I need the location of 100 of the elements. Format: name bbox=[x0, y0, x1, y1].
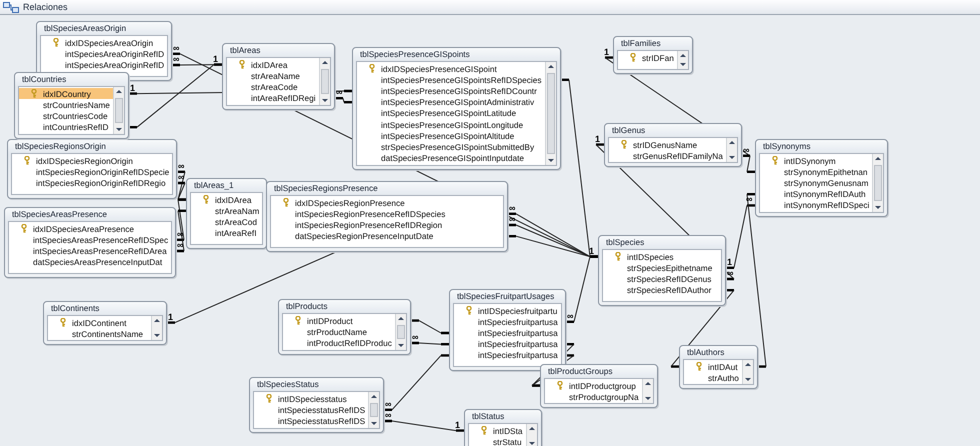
field-row[interactable]: idxIDArea bbox=[227, 59, 319, 70]
field-row[interactable]: intSpeciesfruitpartusa bbox=[454, 327, 561, 339]
field-row[interactable]: intSpeciesstatusRefIDS bbox=[254, 404, 368, 416]
field-row[interactable]: strSpeciesRefIDGenus bbox=[603, 273, 721, 285]
table-title[interactable]: tblSynonyms bbox=[759, 140, 884, 153]
scroll-up-icon[interactable] bbox=[369, 392, 380, 401]
table-title[interactable]: tblProductGroups bbox=[544, 365, 654, 378]
field-row[interactable]: intIDSpecies bbox=[603, 251, 721, 262]
scrollbar[interactable] bbox=[872, 154, 884, 212]
scroll-up-icon[interactable] bbox=[873, 154, 884, 163]
field-row[interactable]: intIDSpeciesstatus bbox=[254, 393, 368, 404]
relationship-line[interactable] bbox=[382, 420, 466, 432]
field-row[interactable]: intSpeciesAreaOriginRefID bbox=[41, 48, 168, 60]
field-row[interactable]: intSpeciesRegionOriginRefIDSpecie bbox=[12, 166, 172, 178]
field-row[interactable]: idxIDSpeciesAreaPresence bbox=[9, 223, 172, 234]
field-row[interactable]: idxIDContinent bbox=[48, 317, 151, 328]
scrollbar[interactable] bbox=[676, 51, 688, 69]
field-row[interactable]: intSpeciesPresenceGISpointAdministrativ bbox=[357, 96, 544, 108]
table-title[interactable]: tblAuthors bbox=[683, 346, 754, 359]
field-row[interactable]: strSpeciesEpithetname bbox=[603, 262, 721, 274]
field-row[interactable]: idxIDSpeciesRegionOrigin bbox=[12, 155, 172, 166]
table-title[interactable]: tblProducts bbox=[282, 300, 407, 313]
scrollbar[interactable] bbox=[526, 424, 537, 446]
scrollbar[interactable] bbox=[642, 379, 653, 404]
field-row[interactable]: strCountriesCode bbox=[19, 110, 113, 122]
field-row[interactable]: intSynonymRefIDSpeci bbox=[760, 200, 872, 211]
field-row[interactable]: strAreaCod bbox=[191, 216, 262, 228]
field-row[interactable]: strProductgroupNa bbox=[545, 391, 642, 402]
field-row[interactable]: idxIDSpeciesPresenceGISpoint bbox=[357, 63, 544, 74]
field-row[interactable]: intSpeciesAreasPresenceRefIDSpec bbox=[9, 234, 172, 246]
relationship-line[interactable] bbox=[724, 204, 756, 269]
field-row[interactable]: intSpeciesRegionPresenceRefIDSpecies bbox=[271, 208, 503, 220]
field-row[interactable]: datSpeciesAreasPresenceInputDat bbox=[9, 256, 172, 268]
field-row[interactable]: intAreaRefI bbox=[191, 228, 262, 239]
field-row[interactable]: strSynonymGenusnam bbox=[760, 177, 872, 189]
relationship-line[interactable] bbox=[746, 193, 768, 368]
field-row[interactable]: strCountriesName bbox=[19, 99, 113, 110]
field-row[interactable]: intSpeciesRegionPresenceRefIDRegion bbox=[271, 219, 503, 231]
field-row[interactable]: strStatu bbox=[469, 436, 526, 446]
scrollbar[interactable] bbox=[318, 58, 330, 105]
field-row[interactable]: intSpeciesPresenceGISpointsRefIDSpecies bbox=[357, 74, 544, 86]
relationship-line[interactable] bbox=[382, 354, 450, 411]
scroll-up-icon[interactable] bbox=[742, 360, 753, 369]
table-title[interactable]: tblSpeciesAreasOrigin bbox=[40, 22, 168, 35]
table-title[interactable]: tblCountries bbox=[18, 73, 125, 86]
field-row[interactable]: strIDFan bbox=[618, 52, 677, 64]
field-row[interactable]: intSpeciesstatusRefIDS bbox=[254, 415, 368, 427]
field-row[interactable]: idxIDSpeciesAreaOrigin bbox=[41, 37, 168, 48]
relationship-line[interactable] bbox=[174, 210, 188, 252]
field-row[interactable]: intSpeciesPresenceGISpointLongitude bbox=[357, 118, 544, 130]
field-row[interactable]: intIDAut bbox=[684, 361, 742, 372]
scroll-up-icon[interactable] bbox=[726, 138, 737, 147]
scrollbar[interactable] bbox=[544, 62, 556, 165]
field-row[interactable]: strGenusRefIDFamilyNa bbox=[609, 150, 726, 162]
table-title[interactable]: tblStatus bbox=[468, 410, 538, 423]
relationship-line[interactable] bbox=[564, 255, 600, 323]
scrollbar[interactable] bbox=[742, 360, 753, 384]
field-row[interactable]: strAreaCode bbox=[227, 81, 319, 93]
table-title[interactable]: tblGenus bbox=[608, 124, 738, 137]
scroll-up-icon[interactable] bbox=[396, 314, 406, 323]
field-row[interactable]: strProductName bbox=[283, 326, 395, 338]
scroll-up-icon[interactable] bbox=[152, 316, 162, 325]
table-title[interactable]: tblSpeciesFruitpartUsages bbox=[453, 290, 562, 303]
table-title[interactable]: tblSpeciesStatus bbox=[253, 378, 380, 391]
field-row[interactable]: intSpeciesPresenceGISpointsRefIDCountr bbox=[357, 85, 544, 97]
field-row[interactable]: strAutho bbox=[684, 372, 742, 384]
field-row[interactable]: intSpeciesAreaOriginRefID bbox=[41, 59, 168, 71]
table-title[interactable]: tblSpeciesRegionsOrigin bbox=[11, 140, 174, 153]
field-row[interactable]: intSpeciesfruitpartusa bbox=[454, 316, 561, 328]
field-row[interactable]: intProductRefIDProduc bbox=[283, 337, 395, 349]
field-row[interactable]: intIDProduct bbox=[283, 315, 395, 326]
field-row[interactable]: intSpeciesPresenceGISpointAltitude bbox=[357, 130, 544, 142]
field-row[interactable]: strSynonymEpithetnan bbox=[760, 166, 872, 178]
field-row[interactable]: intIDSynonym bbox=[760, 155, 872, 166]
scroll-up-icon[interactable] bbox=[526, 424, 537, 433]
table-title[interactable]: tblAreas_1 bbox=[190, 179, 264, 192]
scrollbar[interactable] bbox=[726, 138, 737, 162]
field-row[interactable]: intIDProductgroup bbox=[545, 380, 642, 392]
field-row[interactable]: intIDSta bbox=[469, 425, 526, 436]
table-title[interactable]: tblSpeciesAreasPresence bbox=[8, 208, 172, 221]
field-row[interactable]: strContinentsName bbox=[48, 328, 151, 340]
field-row[interactable]: datSpeciesRegionPresenceInputDate bbox=[271, 230, 503, 242]
field-row[interactable]: strIDGenusName bbox=[609, 139, 726, 150]
field-row[interactable]: intSynonymRefIDAuth bbox=[760, 188, 872, 200]
scrollbar[interactable] bbox=[112, 87, 124, 134]
relationship-line[interactable] bbox=[174, 198, 188, 241]
field-row[interactable]: strAreaName bbox=[227, 70, 319, 82]
field-row[interactable]: intSpeciesfruitpartusa bbox=[454, 350, 561, 361]
table-title[interactable]: tblFamilies bbox=[617, 37, 689, 50]
field-row[interactable]: strAreaNam bbox=[191, 205, 262, 216]
scroll-down-icon[interactable] bbox=[678, 60, 688, 69]
field-row[interactable]: intCountriesRefID bbox=[19, 122, 113, 133]
scroll-up-icon[interactable] bbox=[546, 62, 556, 71]
table-title[interactable]: tblSpeciesRegionsPresence bbox=[270, 182, 504, 195]
scrollbar[interactable] bbox=[368, 392, 380, 428]
scroll-up-icon[interactable] bbox=[320, 58, 330, 67]
field-row[interactable]: intSpeciesRegionOriginRefIDRegio bbox=[12, 177, 172, 189]
scroll-up-icon[interactable] bbox=[678, 51, 688, 60]
scroll-down-icon[interactable] bbox=[526, 439, 537, 446]
field-row[interactable]: strSpeciesRefIDAuthor bbox=[603, 284, 721, 296]
